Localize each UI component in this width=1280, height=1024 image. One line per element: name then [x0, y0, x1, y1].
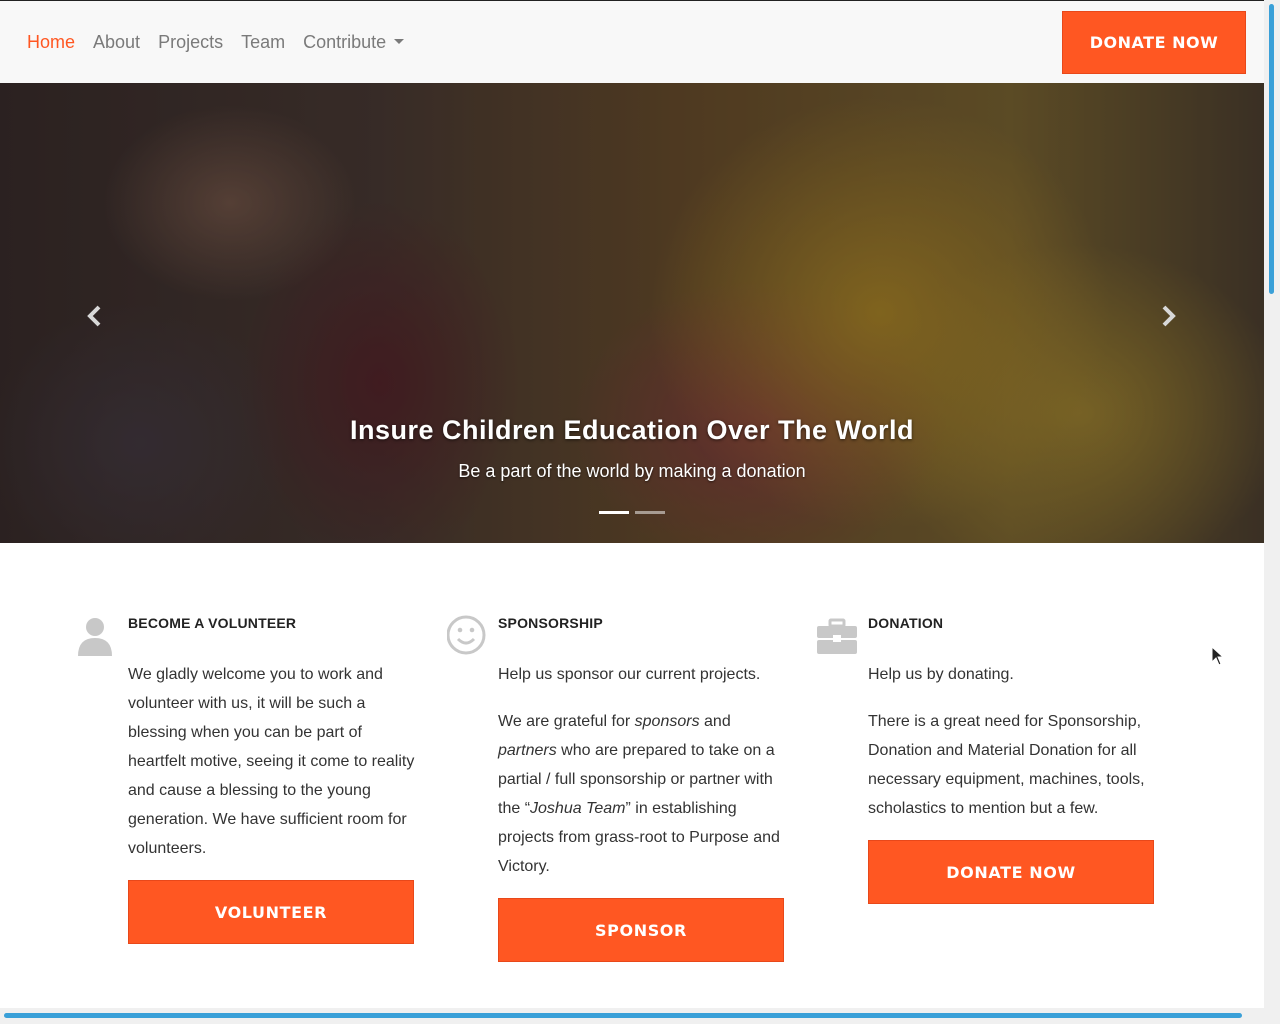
nav-link-home[interactable]: Home — [27, 32, 75, 53]
nav-dropdown-label: Contribute — [303, 32, 387, 52]
carousel-indicator[interactable] — [599, 511, 629, 514]
briefcase-icon — [817, 618, 857, 654]
donate-now-button[interactable]: DONATE NOW — [868, 840, 1154, 904]
donate-now-button[interactable]: DONATE NOW — [1062, 11, 1246, 74]
sponsor-button[interactable]: SPONSOR — [498, 898, 784, 962]
feature-text-sponsors: We are grateful for sponsors and partner… — [498, 707, 788, 881]
chevron-right-icon[interactable] — [1153, 301, 1183, 331]
feature-text: We gladly welcome you to work and volunt… — [128, 666, 415, 857]
nav-link-team[interactable]: Team — [241, 32, 285, 53]
text-run: We are grateful for — [498, 713, 635, 730]
feature-text: There is a great need for Sponsorship, D… — [868, 713, 1145, 817]
feature-title: BECOME A VOLUNTEER — [128, 615, 297, 631]
feature-body: Help us by donating. There is a great ne… — [868, 660, 1158, 841]
top-navbar: Home About Projects Team Contribute DONA… — [0, 0, 1264, 83]
emphasis-sponsors: sponsors — [634, 713, 700, 730]
carousel-indicators — [599, 511, 665, 514]
hero-carousel: Insure Children Education Over The World… — [0, 83, 1264, 543]
hero-title: Insure Children Education Over The World — [349, 415, 915, 445]
volunteer-button[interactable]: VOLUNTEER — [128, 880, 414, 944]
text-run: and — [699, 713, 731, 730]
nav-menu: Home About Projects Team Contribute — [27, 32, 405, 53]
feature-text: Help us by donating. — [868, 666, 1014, 683]
user-icon — [78, 618, 112, 656]
feature-title: SPONSORSHIP — [498, 615, 603, 631]
emphasis-joshua-team: Joshua Team — [530, 800, 626, 817]
emphasis-partners: partners — [498, 742, 557, 759]
nav-link-about[interactable]: About — [93, 32, 140, 53]
nav-link-projects[interactable]: Projects — [158, 32, 223, 53]
nav-dropdown-contribute[interactable]: Contribute — [303, 32, 405, 53]
hero-subtitle: Be a part of the world by making a donat… — [458, 461, 806, 481]
feature-body: We gladly welcome you to work and volunt… — [128, 660, 418, 881]
feature-text: Help us sponsor our current projects. — [498, 666, 761, 683]
vertical-scrollbar-thumb[interactable] — [1269, 4, 1274, 294]
horizontal-scrollbar-thumb[interactable] — [4, 1013, 1242, 1018]
mouse-cursor-icon — [1211, 646, 1225, 666]
chevron-left-icon[interactable] — [80, 301, 110, 331]
feature-body: Help us sponsor our current projects. We… — [498, 660, 788, 899]
carousel-indicator[interactable] — [635, 511, 665, 514]
chevron-down-icon — [394, 38, 405, 44]
feature-title: DONATION — [868, 615, 944, 631]
smile-icon — [447, 615, 486, 655]
